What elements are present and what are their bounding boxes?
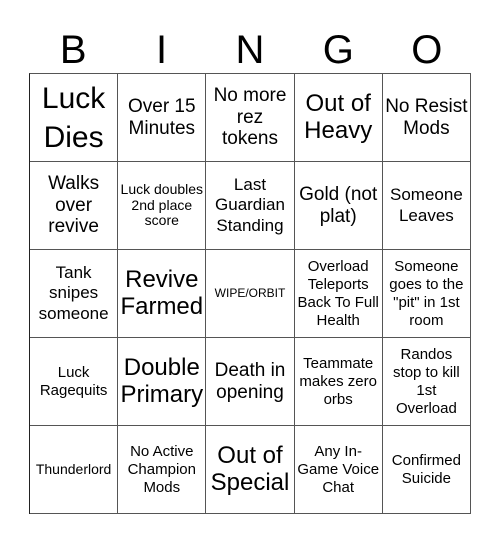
bingo-cell[interactable]: Any In-Game Voice Chat [294,426,383,514]
header-letter-n: N [235,28,265,72]
bingo-cell[interactable]: Luck Dies [30,74,119,162]
header-letter-b: B [59,28,87,72]
bingo-cell[interactable]: Gold (not plat) [294,162,383,250]
header-letter-o: O [411,28,443,72]
bingo-cell[interactable]: Overload Teleports Back To Full Health [294,250,383,338]
bingo-cell[interactable]: Double Primary [118,338,207,426]
bingo-cell[interactable]: Last Guardian Standing [206,162,295,250]
bingo-grid: Luck Dies Over 15 Minutes No more rez to… [29,73,471,514]
header-letter-g: G [322,28,354,72]
bingo-cell[interactable]: Luck doubles 2nd place score [118,162,207,250]
bingo-cell[interactable]: Randos stop to kill 1st Overload [382,338,471,426]
bingo-cell[interactable]: Revive Farmed [118,250,207,338]
bingo-cell[interactable]: Walks over revive [30,162,119,250]
bingo-cell[interactable]: No more rez tokens [206,74,295,162]
bingo-cell[interactable]: Tank snipes someone [30,250,119,338]
bingo-header: B I N G O [29,28,471,73]
bingo-cell[interactable]: Someone goes to the "pit" in 1st room [382,250,471,338]
bingo-cell[interactable]: Out of Heavy [294,74,383,162]
bingo-cell[interactable]: Death in opening [206,338,295,426]
bingo-cell[interactable]: Over 15 Minutes [118,74,207,162]
bingo-cell[interactable]: Luck Ragequits [30,338,119,426]
bingo-cell-free[interactable]: WIPE/ORBIT [206,250,295,338]
bingo-cell[interactable]: Thunderlord [30,426,119,514]
bingo-cell[interactable]: Confirmed Suicide [382,426,471,514]
bingo-cell[interactable]: No Active Champion Mods [118,426,207,514]
header-letter-i: I [156,28,168,72]
bingo-cell[interactable]: Someone Leaves [382,162,471,250]
bingo-cell[interactable]: Out of Special [206,426,295,514]
bingo-cell[interactable]: No Resist Mods [382,74,471,162]
bingo-cell[interactable]: Teammate makes zero orbs [294,338,383,426]
